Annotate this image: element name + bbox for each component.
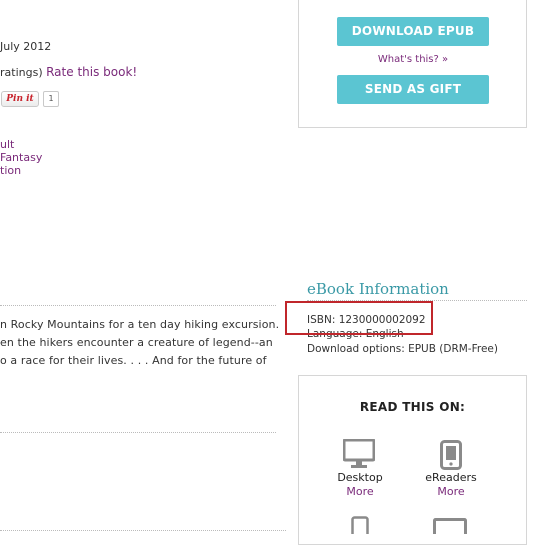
category-link[interactable]: Fantasy (0, 151, 42, 164)
ebook-information-heading: eBook Information (307, 280, 449, 298)
category-link[interactable]: ult (0, 138, 14, 151)
tablet-icon (351, 516, 369, 539)
download-options-text: Download options: EPUB (DRM-Free) (307, 343, 498, 355)
pin-count-badge: 1 (43, 91, 59, 107)
desktop-icon (342, 438, 376, 473)
description-line: en the hikers encounter a creature of le… (0, 336, 273, 349)
read-this-on-heading: READ THIS ON: (359, 400, 466, 414)
pinterest-pin-it-button[interactable]: Pin it (1, 91, 39, 107)
send-as-gift-button[interactable]: SEND AS GIFT (337, 75, 489, 104)
rating-count-text: ratings) (0, 66, 43, 79)
description-line: o a race for their lives. . . . And for … (0, 354, 267, 367)
ereaders-more-link[interactable]: More (416, 485, 486, 498)
desktop-label: Desktop (337, 471, 383, 484)
section-divider (0, 530, 286, 531)
rating-line: ratings) Rate this book! (0, 65, 137, 79)
section-divider (0, 432, 276, 433)
category-link[interactable]: tion (0, 164, 21, 177)
description-line: n Rocky Mountains for a ten day hiking e… (0, 318, 280, 331)
ereaders-label: eReaders (425, 471, 477, 484)
ereader-icon (440, 440, 462, 474)
section-divider (0, 305, 276, 306)
download-epub-button[interactable]: DOWNLOAD EPUB (337, 17, 489, 46)
desktop-more-link[interactable]: More (325, 485, 395, 498)
publication-date: July 2012 (0, 40, 52, 53)
isbn-highlight-box (285, 301, 433, 335)
rate-this-book-link[interactable]: Rate this book! (46, 65, 137, 79)
whats-this-link[interactable]: What's this? » (337, 54, 489, 65)
monitor-icon (433, 518, 467, 541)
